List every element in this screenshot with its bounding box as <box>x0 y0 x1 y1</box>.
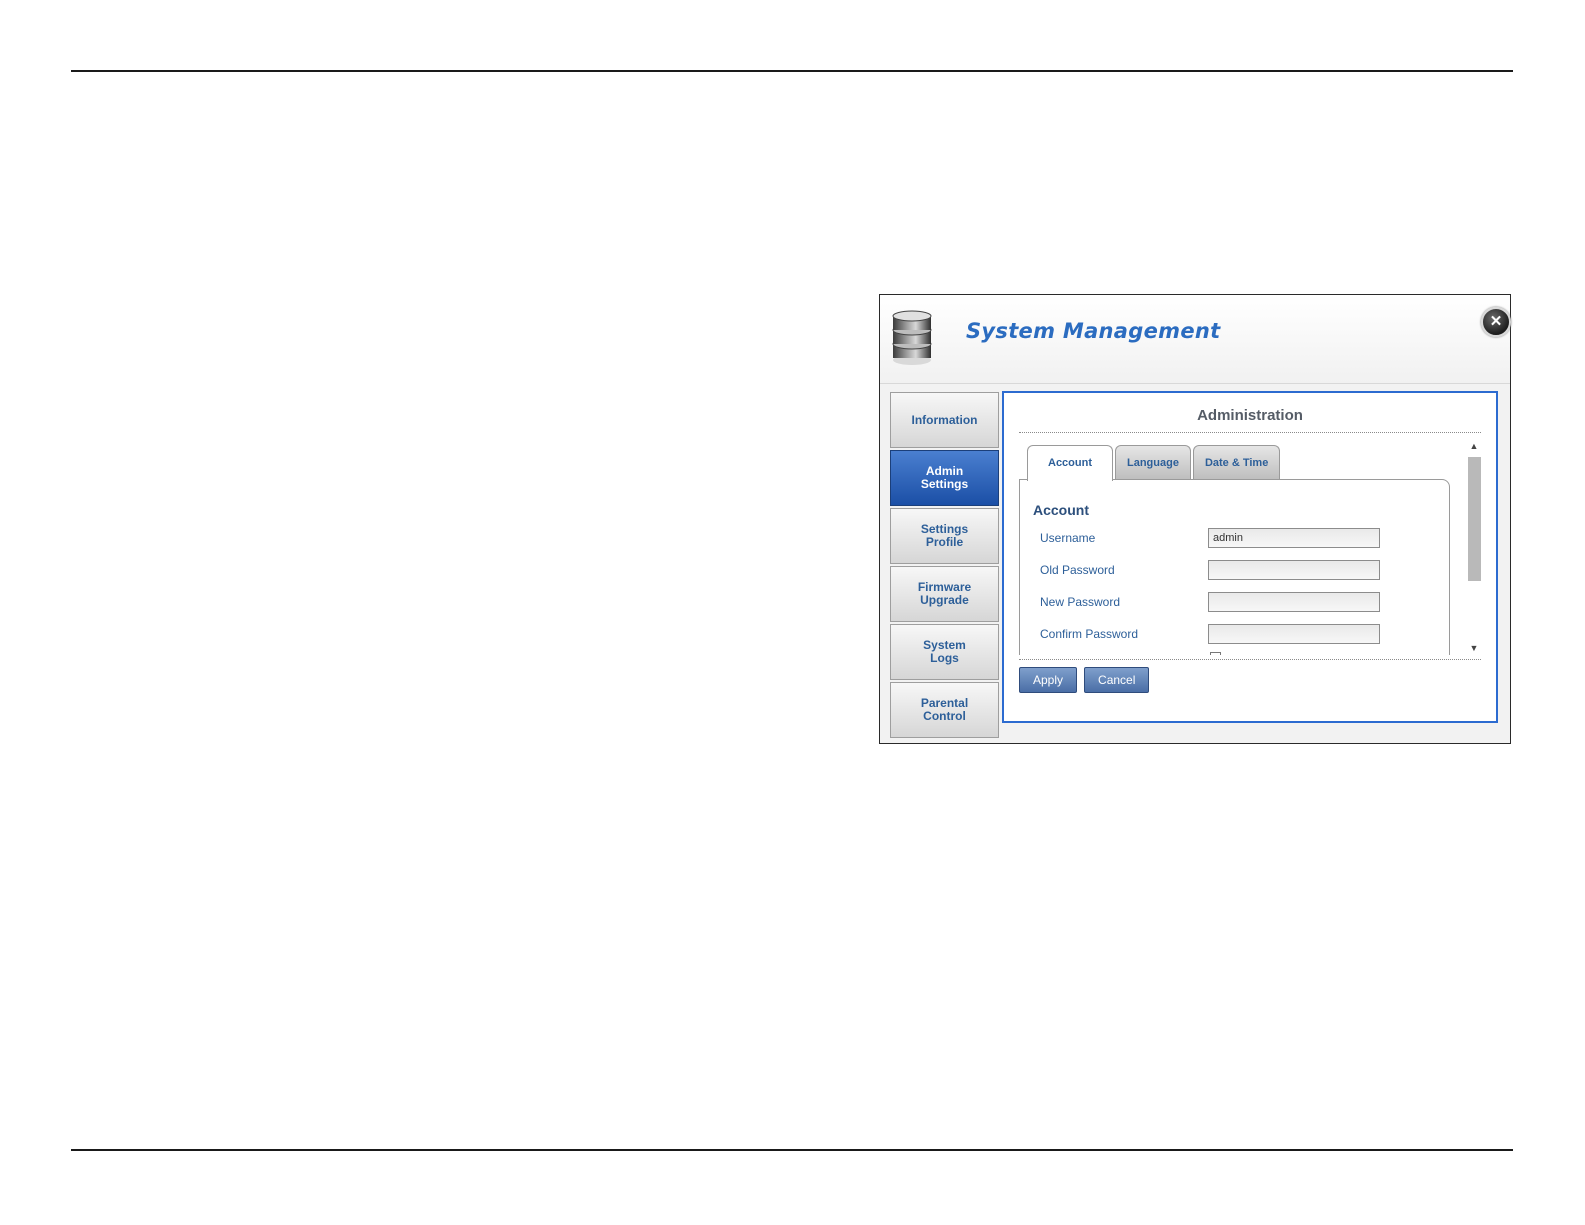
sidebar-item-information[interactable]: Information <box>890 392 999 448</box>
checkbox[interactable] <box>1210 652 1221 655</box>
section-title: Account <box>1033 502 1089 518</box>
username-label: Username <box>1040 531 1096 545</box>
old-password-field[interactable] <box>1208 560 1380 580</box>
panel-title: Administration <box>1197 407 1303 424</box>
scroll-up-icon[interactable]: ▲ <box>1467 439 1481 453</box>
divider <box>1019 432 1481 433</box>
old-password-row: Old Password <box>1040 560 1440 582</box>
system-management-window: System Management ✕ Information Admin Se… <box>879 294 1511 744</box>
sidebar-item-system-logs[interactable]: System Logs <box>890 624 999 680</box>
new-password-label: New Password <box>1040 595 1121 609</box>
new-password-field[interactable] <box>1208 592 1380 612</box>
scroll-area[interactable]: Account Language Date & Time Account Use… <box>1019 439 1467 655</box>
vertical-scrollbar[interactable]: ▲ ▼ <box>1467 439 1481 655</box>
username-row: Username <box>1040 528 1440 550</box>
scroll-down-icon[interactable]: ▼ <box>1467 641 1481 655</box>
button-row: Apply Cancel <box>1019 667 1156 693</box>
scroll-thumb[interactable] <box>1468 457 1481 581</box>
close-icon[interactable]: ✕ <box>1481 307 1511 337</box>
new-password-row: New Password <box>1040 592 1440 614</box>
sidebar: Information Admin Settings Settings Prof… <box>890 392 999 740</box>
divider <box>1019 659 1481 660</box>
top-rule <box>71 70 1513 72</box>
confirm-password-row: Confirm Password <box>1040 624 1440 646</box>
administration-panel: Administration Account Language Date & T… <box>1002 391 1498 723</box>
tab-language[interactable]: Language <box>1115 445 1191 480</box>
window-title: System Management <box>966 319 1221 343</box>
username-field[interactable] <box>1208 528 1380 548</box>
bottom-rule <box>71 1149 1513 1151</box>
window-header: System Management ✕ <box>880 295 1511 384</box>
apply-button[interactable]: Apply <box>1019 667 1078 693</box>
tab-date-time[interactable]: Date & Time <box>1192 445 1281 480</box>
confirm-password-field[interactable] <box>1208 624 1380 644</box>
confirm-password-label: Confirm Password <box>1040 627 1139 641</box>
sidebar-item-settings-profile[interactable]: Settings Profile <box>890 508 999 564</box>
cancel-button[interactable]: Cancel <box>1084 667 1150 693</box>
sidebar-item-parental-control[interactable]: Parental Control <box>890 682 999 738</box>
tab-bar: Account Language Date & Time <box>1027 445 1282 481</box>
sidebar-item-admin-settings[interactable]: Admin Settings <box>890 450 999 506</box>
database-icon <box>892 310 932 365</box>
tab-account[interactable]: Account <box>1027 445 1113 481</box>
sidebar-item-firmware-upgrade[interactable]: Firmware Upgrade <box>890 566 999 622</box>
old-password-label: Old Password <box>1040 563 1115 577</box>
account-tab-panel: Account Username Old Password New Passwo… <box>1019 479 1450 655</box>
